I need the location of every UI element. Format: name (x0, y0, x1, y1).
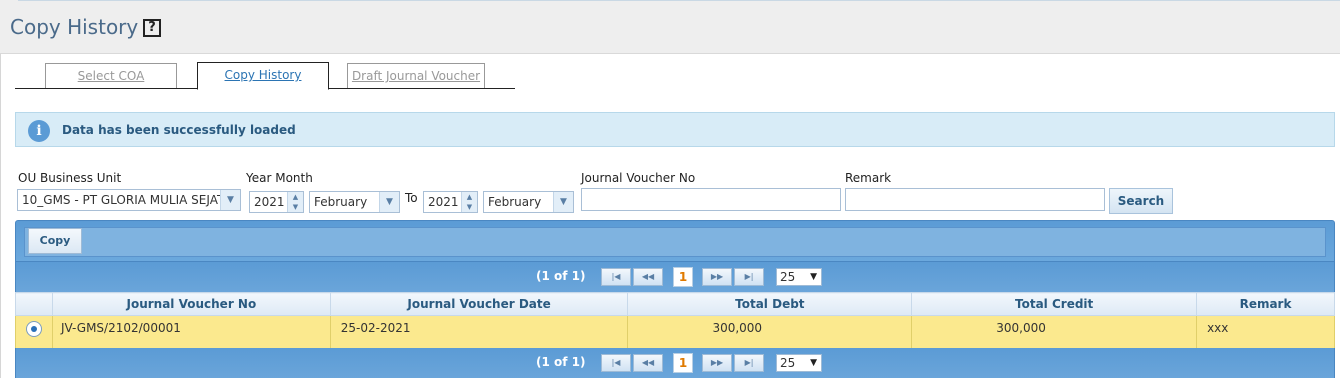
journal-voucher-no-input[interactable] (581, 188, 841, 211)
column-header-jv-date[interactable]: Journal Voucher Date (329, 292, 629, 316)
pager-bottom: (1 of 1) |◀ ◀◀ 1 ▶▶ ▶| 25 ▼ (15, 348, 1335, 378)
remark-input[interactable] (845, 188, 1105, 211)
last-page-icon[interactable]: ▶| (734, 268, 764, 286)
from-year-value: 2021 (254, 195, 285, 209)
current-page[interactable]: 1 (673, 267, 693, 287)
table-row[interactable]: JV-GMS/2102/00001 25-02-2021 300,000 300… (15, 315, 1335, 349)
top-bar: Copy History ? (0, 0, 1340, 54)
tab-draft-journal-voucher[interactable]: Draft Journal Voucher (347, 63, 485, 88)
cell-remark: xxx (1196, 315, 1335, 349)
info-message: Data has been successfully loaded (62, 123, 296, 137)
row-select-cell[interactable] (15, 315, 53, 349)
to-year-value: 2021 (428, 195, 459, 209)
ou-business-unit-select[interactable]: 10_GMS - PT GLORIA MULIA SEJATI ▼ (17, 189, 241, 211)
remark-label: Remark (845, 171, 892, 185)
table-header-row: Journal Voucher No Journal Voucher Date … (15, 292, 1335, 316)
tab-bar: Select COA Copy History Draft Journal Vo… (15, 62, 515, 90)
to-month-select[interactable]: February ▼ (483, 191, 574, 213)
next-page-icon[interactable]: ▶▶ (702, 268, 732, 286)
cell-jv-date: 25-02-2021 (329, 315, 629, 349)
info-message-bar: i Data has been successfully loaded (15, 112, 1335, 147)
search-button[interactable]: Search (1109, 188, 1173, 214)
copy-button[interactable]: Copy (28, 228, 82, 254)
chevron-down-icon: ▼ (810, 358, 817, 368)
page-title: Copy History (10, 15, 139, 39)
page-count: (1 of 1) (536, 269, 586, 283)
grid-toolbar: Copy (15, 220, 1335, 262)
from-year-spinner[interactable]: 2021 ▲ ▼ (249, 191, 304, 213)
top-bar-line (18, 0, 1340, 3)
help-icon[interactable]: ? (143, 19, 161, 37)
tab-select-coa[interactable]: Select COA (45, 63, 177, 88)
prev-page-icon[interactable]: ◀◀ (633, 268, 663, 286)
chevron-down-icon[interactable]: ▼ (220, 190, 240, 210)
page-size-select[interactable]: 25 ▼ (776, 354, 822, 372)
chevron-down-icon: ▼ (810, 272, 817, 282)
year-month-label: Year Month (246, 171, 313, 185)
column-header-total-credit[interactable]: Total Credit (911, 292, 1198, 316)
prev-page-icon[interactable]: ◀◀ (633, 354, 663, 372)
copy-history-table: Journal Voucher No Journal Voucher Date … (15, 292, 1335, 349)
first-page-icon[interactable]: |◀ (601, 268, 631, 286)
column-header-jv-no[interactable]: Journal Voucher No (51, 292, 331, 316)
journal-voucher-no-label: Journal Voucher No (581, 171, 696, 185)
first-page-icon[interactable]: |◀ (601, 354, 631, 372)
to-year-spinner[interactable]: 2021 ▲ ▼ (423, 191, 478, 213)
current-page[interactable]: 1 (673, 353, 693, 373)
page-count: (1 of 1) (536, 355, 586, 369)
page-size-value: 25 (780, 356, 796, 370)
page-size-value: 25 (780, 270, 796, 284)
spinner-arrows-icon[interactable]: ▲ ▼ (461, 192, 477, 212)
pager-top: (1 of 1) |◀ ◀◀ 1 ▶▶ ▶| 25 ▼ (15, 262, 1335, 292)
to-month-value: February (488, 195, 542, 209)
grid-toolbar-inner (24, 227, 1326, 257)
ou-business-unit-value: 10_GMS - PT GLORIA MULIA SEJATI (22, 193, 228, 207)
ou-business-unit-label: OU Business Unit (18, 171, 122, 185)
to-label: To (405, 191, 418, 205)
radio-selected-icon[interactable] (25, 321, 42, 337)
cell-total-credit: 300,000 (911, 315, 1198, 349)
tab-copy-history[interactable]: Copy History (197, 62, 329, 90)
last-page-icon[interactable]: ▶| (734, 354, 764, 372)
page-size-select[interactable]: 25 ▼ (776, 268, 822, 286)
cell-jv-no: JV-GMS/2102/00001 (51, 315, 331, 349)
spinner-arrows-icon[interactable]: ▲ ▼ (287, 192, 303, 212)
column-header-select (15, 292, 53, 316)
column-header-remark[interactable]: Remark (1196, 292, 1335, 316)
next-page-icon[interactable]: ▶▶ (702, 354, 732, 372)
info-icon: i (28, 120, 50, 142)
column-header-total-debt[interactable]: Total Debt (627, 292, 913, 316)
from-month-value: February (314, 195, 368, 209)
cell-total-debt: 300,000 (627, 315, 913, 349)
chevron-down-icon[interactable]: ▼ (553, 192, 573, 212)
chevron-down-icon[interactable]: ▼ (379, 192, 399, 212)
from-month-select[interactable]: February ▼ (309, 191, 400, 213)
